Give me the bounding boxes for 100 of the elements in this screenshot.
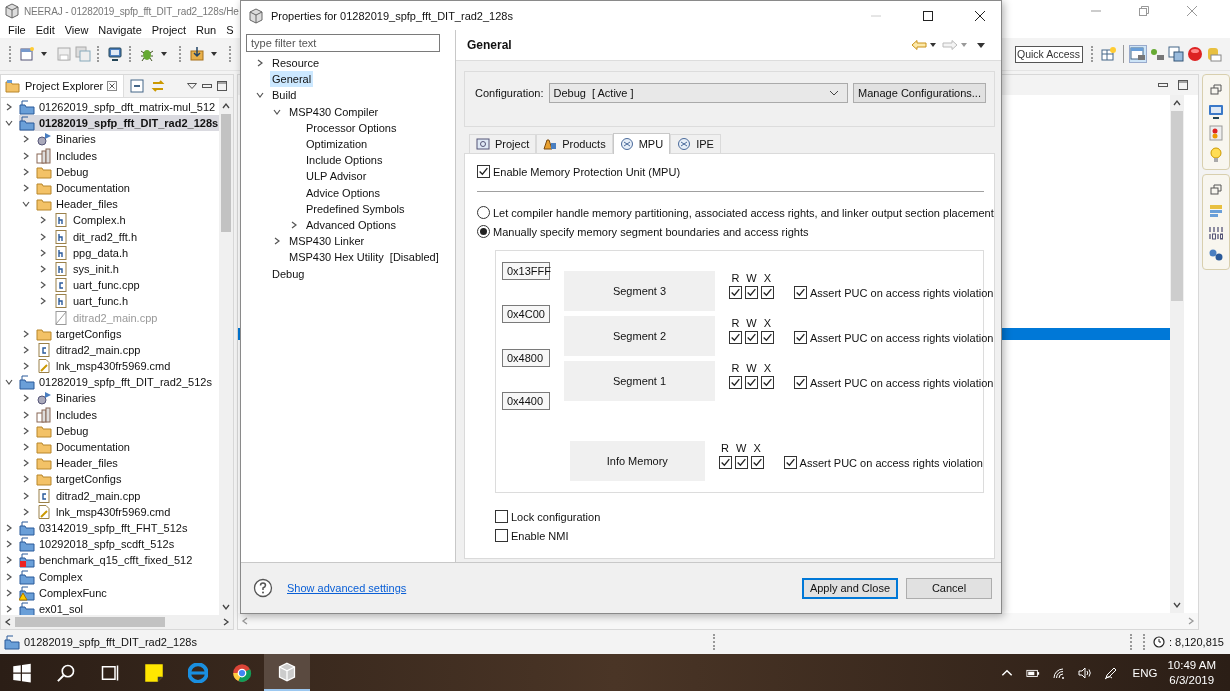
tree-item[interactable]: MSP430 Compiler <box>287 103 381 120</box>
checkbox-label[interactable]: Assert PUC on access rights violation <box>810 331 994 344</box>
tree-item[interactable]: dit_rad2_fft.h <box>53 228 140 245</box>
registers-icon[interactable] <box>1208 203 1224 219</box>
checkbox[interactable] <box>761 376 774 389</box>
restore-icon[interactable] <box>1209 83 1223 97</box>
checkbox[interactable] <box>783 456 797 469</box>
tree-item[interactable]: Predefined Symbols <box>304 200 407 217</box>
chevron-icon[interactable] <box>5 572 13 581</box>
chevron-icon[interactable] <box>39 297 47 306</box>
tab[interactable]: MPU <box>612 133 671 154</box>
tree-item[interactable]: ppg_data.h <box>53 244 132 261</box>
caret-icon[interactable] <box>161 52 167 56</box>
tree-item[interactable]: targetConfigs <box>36 471 125 488</box>
tree-item[interactable]: sys_init.h <box>53 260 122 277</box>
chevron-icon[interactable] <box>5 540 13 549</box>
windows-logo-icon[interactable] <box>12 662 32 683</box>
chevron-icon[interactable] <box>39 232 47 241</box>
checkbox[interactable] <box>794 331 807 344</box>
tree-item[interactable]: MSP430 Linker <box>287 233 367 250</box>
caret-icon[interactable] <box>930 43 936 47</box>
pen-icon[interactable] <box>1104 665 1119 680</box>
chevron-icon[interactable] <box>256 91 264 100</box>
connection-icon[interactable] <box>1208 247 1224 263</box>
checkbox-label[interactable]: Assert PUC on access rights violation <box>799 456 983 469</box>
search-icon[interactable] <box>56 662 76 683</box>
tab[interactable]: IPE <box>670 134 721 153</box>
scrollbar-thumb[interactable] <box>15 617 165 627</box>
checkbox-label[interactable]: Assert PUC on access rights violation <box>810 286 994 299</box>
checkbox[interactable] <box>718 456 732 469</box>
tree-item[interactable]: Include Options <box>304 152 385 169</box>
address-field[interactable]: 0x13FFF <box>502 262 550 280</box>
tree-item[interactable]: Debug <box>270 265 307 282</box>
collapse-all-icon[interactable] <box>129 78 146 94</box>
checkbox[interactable] <box>495 529 508 542</box>
checkbox[interactable] <box>745 286 758 299</box>
browser-icon[interactable] <box>188 662 208 683</box>
taskbar-app-button[interactable] <box>264 654 310 691</box>
tree-item[interactable]: Optimization <box>304 136 370 153</box>
checkbox[interactable] <box>495 510 508 523</box>
tree-item[interactable]: ComplexFunc <box>19 584 110 601</box>
menu-item[interactable]: S <box>221 24 239 36</box>
horizontal-scrollbar[interactable] <box>1 615 233 629</box>
checkbox[interactable] <box>761 331 774 344</box>
tree-item[interactable]: Includes <box>36 406 100 423</box>
tree-item[interactable]: Complex.h <box>53 212 129 229</box>
chevron-icon[interactable] <box>5 523 13 532</box>
chevron-icon[interactable] <box>22 507 30 516</box>
breakpoints-icon[interactable] <box>1208 125 1224 141</box>
menu-item[interactable]: Navigate <box>93 24 147 36</box>
checkbox[interactable] <box>729 376 742 389</box>
scroll-left-icon[interactable] <box>4 618 12 626</box>
tree-item[interactable]: ULP Advisor <box>304 168 369 185</box>
scroll-up-icon[interactable] <box>1173 99 1181 107</box>
dialog-button[interactable]: Apply and Close <box>801 577 898 599</box>
address-field[interactable]: 0x4400 <box>502 392 550 410</box>
checkbox[interactable] <box>745 331 758 344</box>
chevron-icon[interactable] <box>22 345 30 354</box>
dialog-button[interactable]: Cancel <box>906 577 992 599</box>
caret-icon[interactable] <box>211 52 217 56</box>
checkbox-label[interactable]: Assert PUC on access rights violation <box>810 376 994 389</box>
chevron-icon[interactable] <box>22 167 30 176</box>
radio-label[interactable]: Manually specify memory segment boundaries and access rights <box>493 225 809 238</box>
clock[interactable]: 10:49 AM 6/3/2019 <box>1167 657 1216 688</box>
address-field[interactable]: 0x4C00 <box>502 305 550 324</box>
chevron-icon[interactable] <box>22 200 30 209</box>
checkbox[interactable] <box>761 286 774 299</box>
monitor-icon[interactable] <box>107 46 123 62</box>
scroll-right-icon[interactable] <box>222 618 230 626</box>
view-menu-icon[interactable] <box>187 81 197 91</box>
tree-item[interactable]: Binaries <box>36 390 99 407</box>
tree-item[interactable]: ex01_sol <box>19 600 87 617</box>
minimize-icon[interactable] <box>202 81 212 91</box>
chevron-icon[interactable] <box>22 362 30 371</box>
quick-access-field[interactable]: Quick Access <box>1015 45 1083 63</box>
new-file-icon[interactable] <box>19 46 35 62</box>
chevron-icon[interactable] <box>22 184 30 193</box>
maximize-icon[interactable] <box>217 81 227 91</box>
tree-item[interactable]: 01282019_spfp_fft_DIT_rad2_128s <box>19 115 222 132</box>
tree-item[interactable]: uart_func.h <box>53 293 132 310</box>
tree-item[interactable]: lnk_msp430fr5969.cmd <box>36 503 174 520</box>
chevron-icon[interactable] <box>39 281 47 290</box>
tree-item[interactable]: ditrad2_main.cpp <box>36 487 144 504</box>
tree-item[interactable]: Includes <box>36 147 100 164</box>
tree-item[interactable]: Binaries <box>36 131 99 148</box>
maximize-icon[interactable] <box>922 9 934 22</box>
close-icon[interactable] <box>107 81 118 91</box>
tree-item[interactable]: Documentation <box>36 180 133 197</box>
chevron-icon[interactable] <box>5 103 13 112</box>
radio-button[interactable] <box>477 206 490 219</box>
checkbox[interactable] <box>477 165 490 178</box>
chevron-icon[interactable] <box>39 264 47 273</box>
tree-item[interactable]: Debug <box>36 422 92 439</box>
tab[interactable]: Project <box>469 134 537 153</box>
menu-item[interactable]: Project <box>146 24 192 36</box>
tree-item[interactable]: General <box>270 71 314 88</box>
download-icon[interactable] <box>189 46 205 62</box>
configuration-dropdown[interactable]: Debug [ Active ] <box>548 83 849 103</box>
view-menu-icon[interactable] <box>977 42 985 48</box>
show-advanced-settings-link[interactable]: Show advanced settings <box>287 582 407 594</box>
